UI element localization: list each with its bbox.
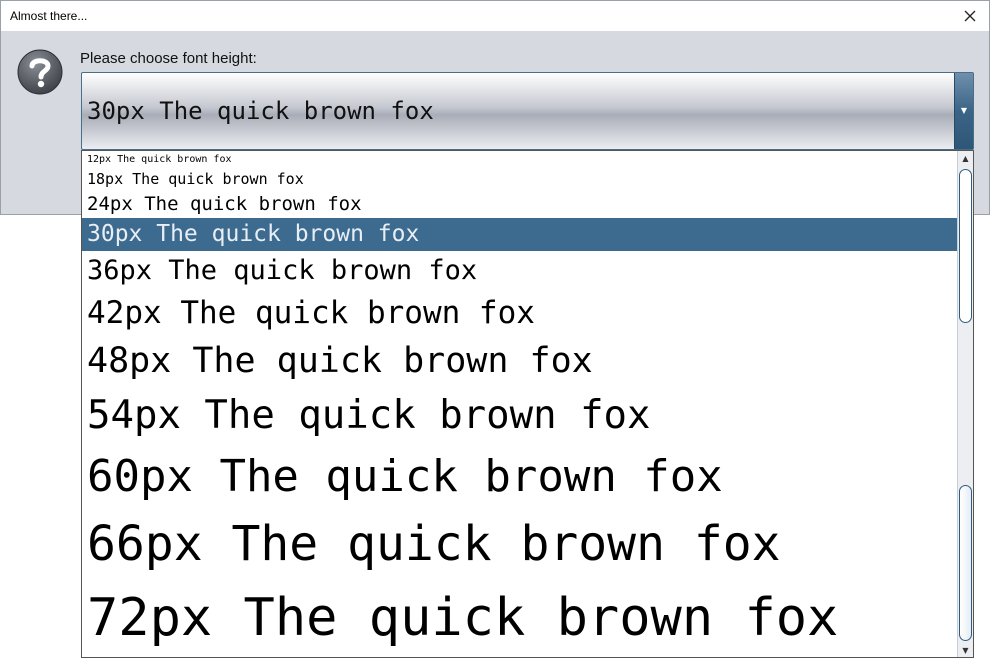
- combo-selected-value: 30px The quick brown fox: [87, 97, 434, 125]
- window-title: Almost there...: [10, 9, 88, 23]
- list-item[interactable]: 60px The quick brown fox: [82, 445, 958, 509]
- list-item-selected[interactable]: 30px The quick brown fox: [82, 218, 958, 251]
- list-item[interactable]: 54px The quick brown fox: [82, 387, 958, 445]
- font-height-dropdown-list[interactable]: 12px The quick brown fox 18px The quick …: [81, 150, 974, 658]
- chevron-up-icon: ▲: [962, 153, 969, 163]
- scrollbar-thumb[interactable]: [959, 485, 972, 641]
- scroll-up-button[interactable]: ▲: [958, 151, 973, 165]
- close-icon: [964, 10, 976, 22]
- list-item[interactable]: 42px The quick brown fox: [82, 291, 958, 336]
- list-scrollbar[interactable]: ▲ ▼: [957, 151, 973, 657]
- list-item[interactable]: 12px The quick brown fox: [82, 152, 958, 168]
- list-item[interactable]: 36px The quick brown fox: [82, 251, 958, 291]
- question-icon: [17, 49, 63, 95]
- title-bar[interactable]: Almost there...: [1, 1, 989, 31]
- list-item[interactable]: 18px The quick brown fox: [82, 168, 958, 190]
- font-height-combobox[interactable]: 30px The quick brown fox ▼: [81, 72, 974, 150]
- list-item[interactable]: 66px The quick brown fox: [82, 509, 958, 579]
- prompt-label: Please choose font height:: [80, 50, 257, 67]
- chevron-down-icon: ▼: [962, 645, 969, 655]
- close-button[interactable]: [957, 3, 983, 29]
- combo-dropdown-button[interactable]: ▼: [954, 73, 973, 149]
- chevron-down-icon: ▼: [960, 106, 968, 115]
- scrollbar-track-highlight: [959, 169, 972, 323]
- list-item[interactable]: 48px The quick brown fox: [82, 336, 958, 387]
- scroll-down-button[interactable]: ▼: [958, 643, 973, 657]
- list-item[interactable]: 72px The quick brown fox: [82, 579, 958, 657]
- list-item[interactable]: 24px The quick brown fox: [82, 190, 958, 218]
